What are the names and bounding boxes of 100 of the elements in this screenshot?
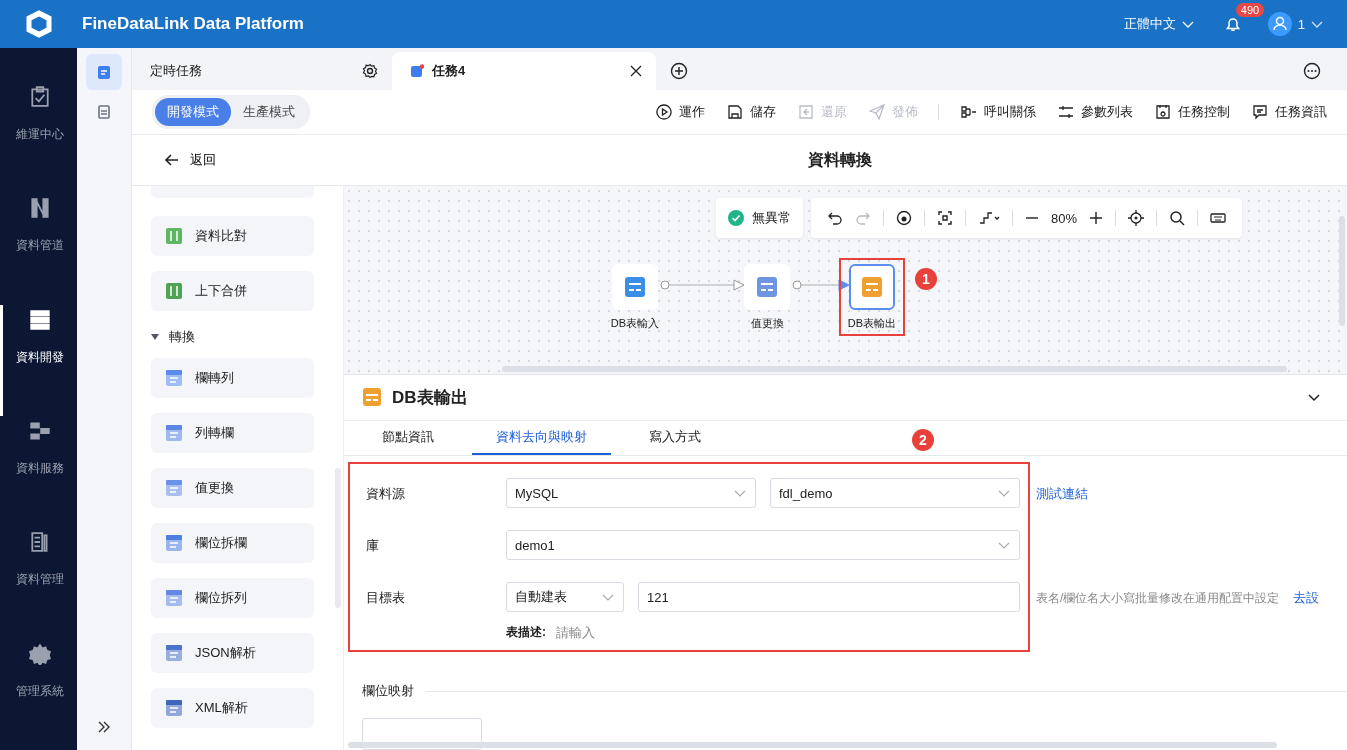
keyboard-icon[interactable] [1210,210,1227,226]
flow-node[interactable]: 值更換 [734,258,800,336]
nav-item[interactable]: 資料管道 [0,193,77,305]
toolbar-button[interactable]: 運作 [656,103,705,121]
field-label: 目標表 [366,589,406,607]
logo-icon [24,9,54,39]
nav-icon [29,420,51,442]
caret-icon [151,334,159,340]
callout-badge: 2 [912,428,934,451]
settings-link[interactable]: 去設 [1293,582,1320,614]
table-icon [165,369,183,387]
task-tab[interactable]: 任務4 [392,52,656,90]
language-selector[interactable]: 正體中文 [1123,15,1194,33]
nav-icon [29,86,51,108]
arrow-left-icon [164,152,180,168]
revert-icon [798,104,814,120]
palette-item[interactable]: 上下合併 [151,271,314,311]
undo-icon[interactable] [827,210,843,226]
table-output-icon [362,387,382,408]
panel-title: DB表輸出 [392,386,468,409]
nav-icon [29,197,51,220]
task-icon [96,64,112,80]
clipboard-icon [96,104,112,120]
notification-badge: 490 [1235,3,1265,17]
section-title: 欄位映射 [362,682,414,700]
back-button[interactable]: 返回 [164,151,216,169]
layout-icon[interactable] [978,210,1000,226]
check-icon [728,210,744,226]
nav-item[interactable]: 資料服務 [0,416,77,528]
palette-item[interactable]: 列轉欄 [151,413,314,453]
side-tool[interactable] [86,54,122,90]
field-label: 庫 [366,537,380,555]
status-chip: 無異常 [716,198,803,238]
connector-line [792,279,851,291]
mode-toggle[interactable]: 開發模式 [155,98,231,126]
test-connection-link[interactable]: 測試連結 [1036,478,1088,510]
toolbar-button[interactable]: 儲存 [727,103,776,121]
save-icon [727,104,743,120]
locate-icon[interactable] [1128,210,1145,226]
zoom-level: 80% [1051,210,1078,226]
sliders-icon [1058,104,1074,120]
palette-item[interactable]: 欄位拆欄 [151,523,314,563]
nav-item[interactable]: 資料管理 [0,527,77,639]
table-icon [165,479,183,497]
table-icon [623,275,647,299]
toolbar-button[interactable]: 任務控制 [1155,103,1230,121]
expand-icon[interactable] [97,720,111,734]
database-select[interactable]: demo1 [506,530,1020,560]
table-icon [165,699,183,717]
app-title: FineDataLink Data Platform [82,14,304,34]
task-tab[interactable]: 定時任務 [132,52,392,90]
relation-icon [961,104,977,120]
field-label: 資料源 [366,485,406,503]
connection-select[interactable]: fdl_demo [770,478,1020,508]
zoom-in-icon[interactable] [1089,211,1104,225]
play-icon [656,104,672,120]
nav-icon [29,308,51,331]
group-header[interactable]: 轉換 [151,322,343,352]
nav-icon [29,642,51,665]
fit-icon[interactable] [937,210,953,226]
nav-item[interactable]: 管理系統 [0,638,77,750]
table-name-field[interactable]: 121 [638,582,1020,612]
table-icon [165,534,183,552]
source-type-select[interactable]: MySQL [506,478,756,508]
close-icon[interactable] [630,65,642,77]
add-tab-icon[interactable] [670,62,688,80]
settings-icon[interactable] [362,63,378,79]
toolbar-button[interactable]: 參數列表 [1058,103,1133,121]
send-icon [869,104,885,120]
table-mode-select[interactable]: 自動建表 [506,582,624,612]
toolbar-button[interactable]: 呼叫關係 [961,103,1036,121]
table-icon [860,275,884,299]
panel-tab[interactable]: 寫入方式 [625,420,725,455]
flow-node[interactable]: DB表輸入 [602,258,668,336]
message-icon [1252,104,1268,120]
toolbar-button[interactable]: 任務資訊 [1252,103,1327,121]
description-field[interactable]: 請輸入 [554,624,678,641]
columns-icon [165,227,183,245]
flow-node[interactable]: DB表輸出 [839,258,905,336]
panel-tab[interactable]: 資料去向與映射 [472,420,611,455]
user-menu[interactable]: 1 [1297,16,1323,32]
avatar-icon[interactable] [1267,12,1292,36]
panel-tab[interactable]: 節點資訊 [358,420,458,455]
hint-text: 表名/欄位名大小寫批量修改在通用配置中設定 [1036,590,1280,607]
palette-item[interactable]: JSON解析 [151,633,314,673]
palette-item[interactable]: XML解析 [151,688,314,728]
search-icon[interactable] [1169,210,1186,226]
mode-toggle[interactable]: 生產模式 [231,98,307,126]
calendar-icon [1155,104,1171,120]
columns-icon [165,282,183,300]
task-icon [410,64,424,78]
more-icon[interactable] [1303,62,1321,80]
table-icon [755,275,779,299]
nav-item[interactable]: 維運中心 [0,82,77,194]
palette-item[interactable]: 資料比對 [151,216,314,256]
palette-item[interactable]: 值更換 [151,468,314,508]
palette-item[interactable]: 欄轉列 [151,358,314,398]
table-icon [165,644,183,662]
bell-icon[interactable] [1223,15,1242,33]
palette-item[interactable]: 欄位拆列 [151,578,314,618]
